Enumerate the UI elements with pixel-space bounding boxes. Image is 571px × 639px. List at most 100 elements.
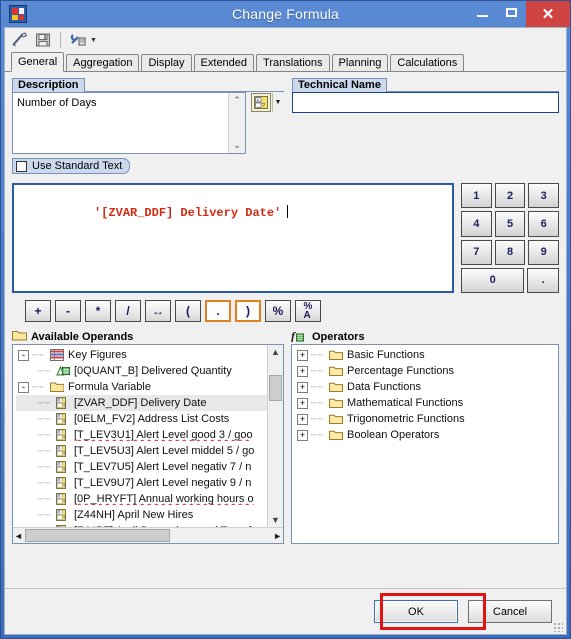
operator-divide[interactable]: / xyxy=(115,300,141,322)
operator-multiply[interactable]: * xyxy=(85,300,111,322)
tree-node-label: Mathematical Functions xyxy=(347,397,464,409)
tree-node-z44pt[interactable]: ┈┈ X? [Z44PT] April Promotions and Trans… xyxy=(16,523,267,527)
key-0[interactable]: 0 xyxy=(461,267,525,293)
operands-tree[interactable]: - ┈┈ Key Figures ┈┈ [0QUANT_B] Delivered… xyxy=(13,345,267,527)
tree-node-label: [T_LEV9U7] Alert Level negativ 9 / n xyxy=(74,477,252,489)
description-scroll-up-icon[interactable]: ⌃ xyxy=(233,95,241,106)
key-7[interactable]: 7 xyxy=(461,239,492,265)
ok-button[interactable]: OK xyxy=(374,600,458,623)
key-6[interactable]: 6 xyxy=(528,211,560,237)
operator-paren-close[interactable]: ) xyxy=(235,300,261,322)
key-4[interactable]: 4 xyxy=(461,211,492,237)
key-8[interactable]: 8 xyxy=(494,239,526,265)
expander-plus-icon[interactable]: + xyxy=(297,349,308,361)
operator-swap[interactable]: ↔ xyxy=(145,300,171,322)
description-value: Number of Days xyxy=(17,97,97,109)
operator-plus[interactable]: + xyxy=(25,300,51,322)
expander-plus-icon[interactable]: + xyxy=(297,397,308,409)
scroll-down-icon[interactable]: ▼ xyxy=(271,513,280,527)
expander-minus-icon[interactable]: - xyxy=(18,381,29,393)
technical-name-input[interactable] xyxy=(292,92,559,113)
save-icon[interactable] xyxy=(33,30,53,50)
operator-paren-open[interactable]: ( xyxy=(175,300,201,322)
operands-horizontal-scrollbar[interactable]: ◄ ► xyxy=(13,527,283,543)
cancel-button[interactable]: Cancel xyxy=(468,600,552,623)
operator-minus[interactable]: - xyxy=(55,300,81,322)
tab-translations[interactable]: Translations xyxy=(256,54,330,71)
formula-variable-dropdown-arrow-icon[interactable]: ▼ xyxy=(272,93,283,112)
close-button[interactable]: ✕ xyxy=(526,1,570,27)
key-9[interactable]: 9 xyxy=(528,239,560,265)
formula-variable-icon[interactable]: X ? xyxy=(251,93,271,112)
expander-plus-icon[interactable]: + xyxy=(297,413,308,425)
selection-panes: Available Operands - ┈┈ Key Figures ┈┈ [… xyxy=(12,329,559,544)
tree-connector: ┈┈ xyxy=(38,445,51,456)
tree-connector: ┈┈ xyxy=(32,381,45,392)
tree-node-data-functions[interactable]: + ┈┈ Data Functions xyxy=(295,379,558,395)
operator-percent[interactable]: % xyxy=(265,300,291,322)
tab-general[interactable]: General xyxy=(11,52,65,72)
use-standard-text-checkbox[interactable]: Use Standard Text xyxy=(12,158,131,174)
tree-node-t-lev5u3[interactable]: ┈┈ X? [T_LEV5U3] Alert Level middel 5 / … xyxy=(16,443,267,459)
function-icon: f xyxy=(291,329,308,345)
tree-node-zvar-ddf[interactable]: ┈┈ X ? [ZVAR_DDF] Delivery Date xyxy=(16,395,267,411)
expander-plus-icon[interactable]: + xyxy=(297,429,308,441)
tree-node-0p-hryft[interactable]: ┈┈ X? [0P_HRYFT] Annual working hours o xyxy=(16,491,267,507)
description-input[interactable]: Number of Days ⌃ ⌄ xyxy=(12,92,246,154)
tree-node-label: Trigonometric Functions xyxy=(347,413,465,425)
available-operands-title: Available Operands xyxy=(31,330,134,343)
tools-dropdown-arrow-icon[interactable]: ▼ xyxy=(90,37,97,44)
tab-planning[interactable]: Planning xyxy=(331,54,389,71)
tab-display[interactable]: Display xyxy=(141,54,192,71)
key-decimal[interactable]: . xyxy=(527,267,559,293)
tree-node-basic-functions[interactable]: + ┈┈ Basic Functions xyxy=(295,347,558,363)
description-scroll-down-icon[interactable]: ⌄ xyxy=(233,140,241,151)
tree-connector: ┈┈ xyxy=(311,349,324,360)
tree-node-key-figures[interactable]: - ┈┈ Key Figures xyxy=(16,347,267,363)
tree-node-t-lev3u1[interactable]: ┈┈ X? [T_LEV3U1] Alert Level good 3 / go… xyxy=(16,427,267,443)
key-1[interactable]: 1 xyxy=(461,183,492,209)
check-formula-icon[interactable] xyxy=(10,30,30,50)
expander-plus-icon[interactable]: + xyxy=(297,381,308,393)
scroll-right-icon[interactable]: ► xyxy=(273,531,282,541)
maximize-button[interactable] xyxy=(497,1,526,23)
expander-minus-icon[interactable]: - xyxy=(18,349,29,361)
tree-node-formula-variable[interactable]: - ┈┈ Formula Variable xyxy=(16,379,267,395)
tree-node-0elm-fv2[interactable]: ┈┈ X? [0ELM_FV2] Address List Costs xyxy=(16,411,267,427)
checkbox-box-icon[interactable] xyxy=(16,160,27,172)
tree-node-delivered-quantity[interactable]: ┈┈ [0QUANT_B] Delivered Quantity xyxy=(16,363,267,379)
tree-node-t-lev9u7[interactable]: ┈┈ X? [T_LEV9U7] Alert Level negativ 9 /… xyxy=(16,475,267,491)
tree-node-trigonometric-functions[interactable]: + ┈┈ Trigonometric Functions xyxy=(295,411,558,427)
tree-node-z44nh[interactable]: ┈┈ X? [Z44NH] April New Hires xyxy=(16,507,267,523)
operands-vertical-scrollbar[interactable]: ▲ ▼ xyxy=(267,345,283,527)
resize-grip[interactable] xyxy=(553,622,563,632)
svg-text:X: X xyxy=(58,525,61,527)
operator-dot[interactable]: . xyxy=(205,300,231,322)
dialog-footer: OK Cancel xyxy=(5,588,566,634)
tree-node-percentage-functions[interactable]: + ┈┈ Percentage Functions xyxy=(295,363,558,379)
tab-extended[interactable]: Extended xyxy=(193,54,255,71)
scroll-up-icon[interactable]: ▲ xyxy=(271,345,280,359)
tree-node-boolean-operators[interactable]: + ┈┈ Boolean Operators xyxy=(295,427,558,443)
key-3[interactable]: 3 xyxy=(528,183,560,209)
expander-plus-icon[interactable]: + xyxy=(297,365,308,377)
variable-icon: X? xyxy=(56,444,70,458)
folder-icon xyxy=(12,329,27,344)
operators-box: + ┈┈ Basic Functions + ┈┈ Percentage Fun… xyxy=(291,344,559,544)
scrollbar-thumb[interactable] xyxy=(24,529,170,542)
key-5[interactable]: 5 xyxy=(494,211,526,237)
scrollbar-thumb[interactable] xyxy=(269,375,282,401)
tab-calculations[interactable]: Calculations xyxy=(390,54,465,71)
tree-node-t-lev7u5[interactable]: ┈┈ X? [T_LEV7U5] Alert Level negativ 7 /… xyxy=(16,459,267,475)
operator-percent-a[interactable]: % A xyxy=(295,300,321,322)
tree-node-label: [T_LEV3U1] Alert Level good 3 / goo xyxy=(74,429,253,441)
description-scrollbar[interactable]: ⌃ ⌄ xyxy=(228,93,245,153)
tree-node-mathematical-functions[interactable]: + ┈┈ Mathematical Functions xyxy=(295,395,558,411)
operators-tree[interactable]: + ┈┈ Basic Functions + ┈┈ Percentage Fun… xyxy=(292,345,558,543)
key-2[interactable]: 2 xyxy=(494,183,526,209)
formula-input[interactable]: '[ZVAR_DDF] Delivery Date' xyxy=(12,183,454,293)
minimize-button[interactable] xyxy=(468,1,497,23)
tab-aggregation[interactable]: Aggregation xyxy=(66,54,140,71)
scroll-left-icon[interactable]: ◄ xyxy=(14,531,23,541)
tools-icon[interactable] xyxy=(68,30,88,50)
